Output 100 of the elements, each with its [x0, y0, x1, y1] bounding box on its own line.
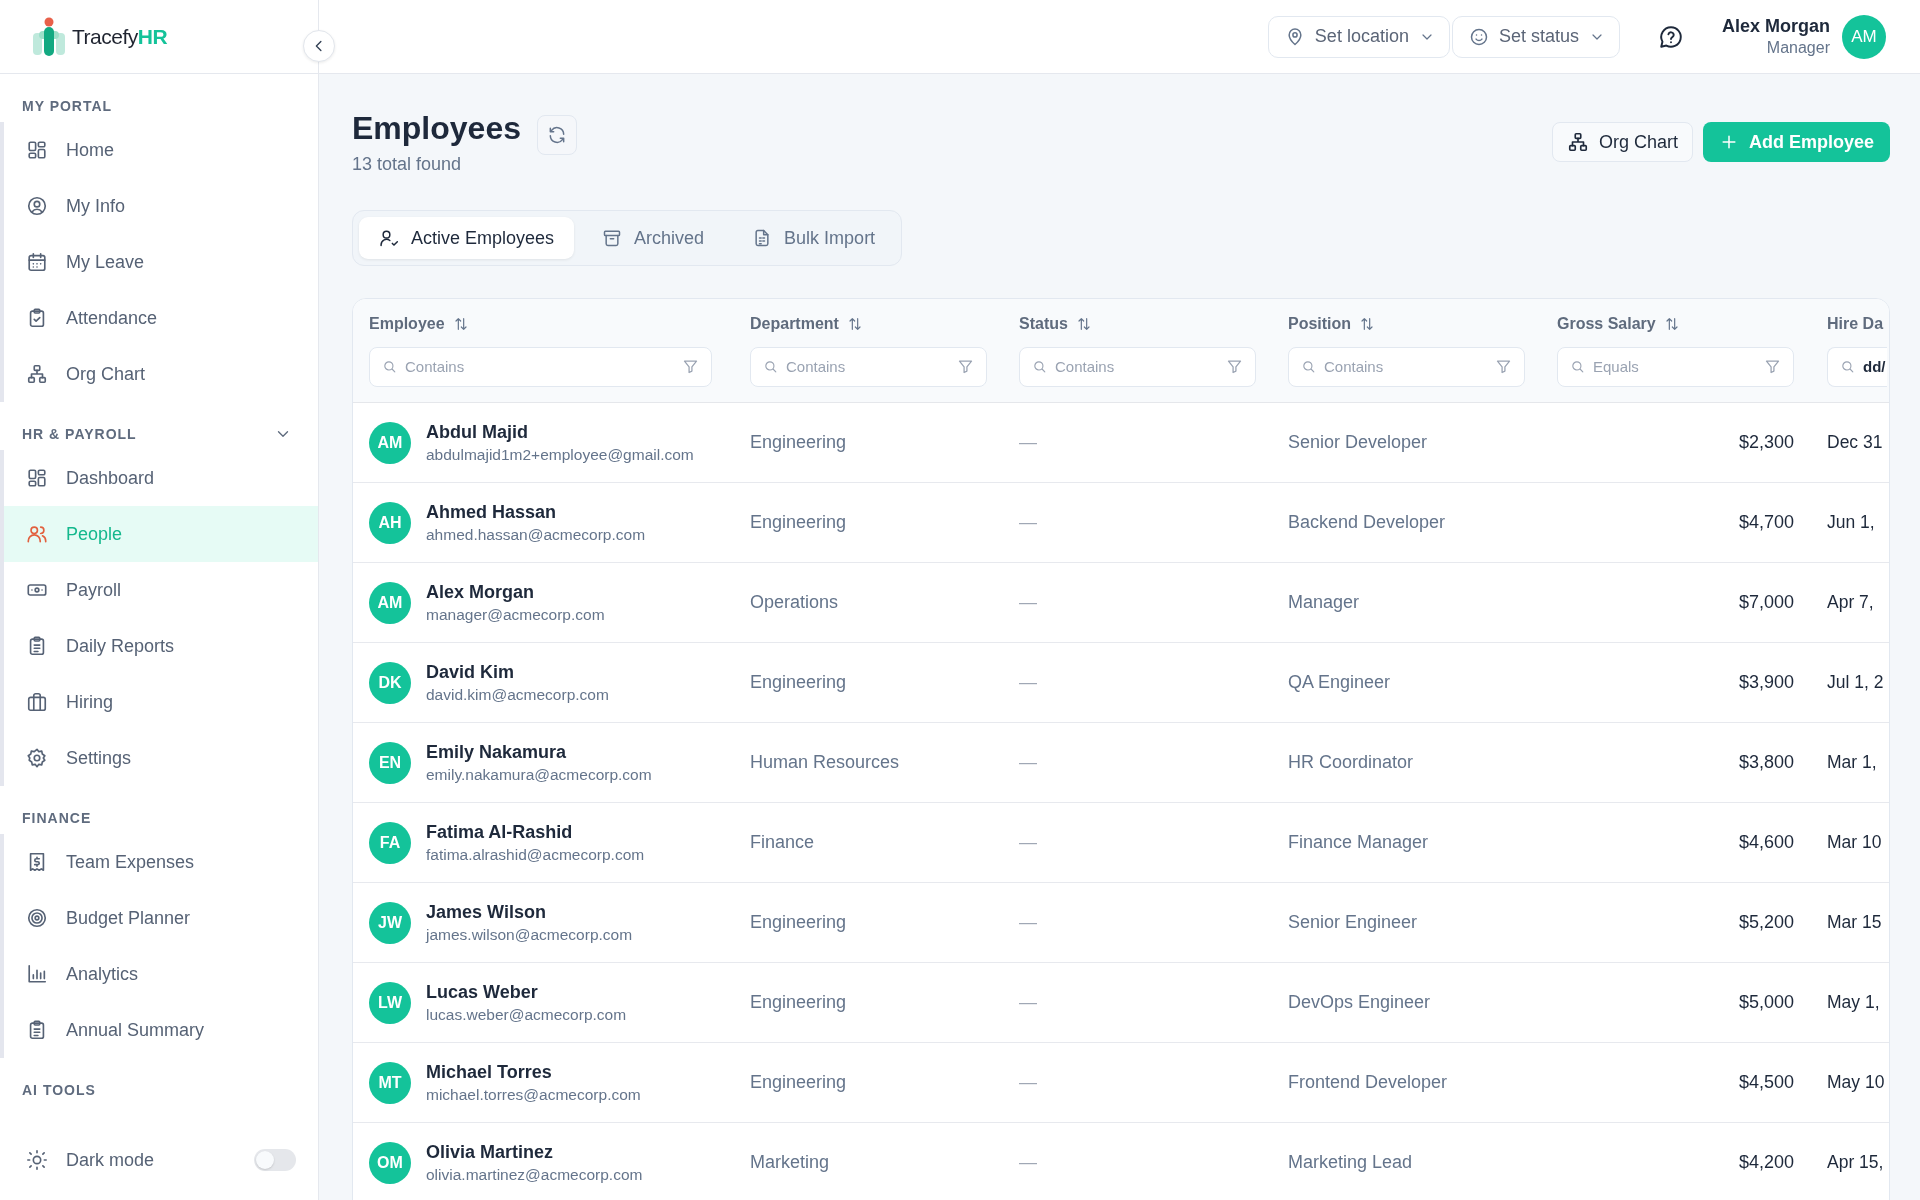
- table-cell: —: [1019, 912, 1037, 932]
- nav-item[interactable]: Team Expenses: [0, 834, 318, 890]
- bar-chart-icon: [26, 963, 48, 985]
- table-cell: Jul 1, 2: [1827, 672, 1884, 692]
- employee-name[interactable]: Lucas Weber: [426, 981, 627, 1003]
- nav-item[interactable]: Attendance: [0, 290, 318, 346]
- user-circle-icon: [26, 195, 48, 217]
- table-cell: $5,000: [1738, 992, 1794, 1012]
- table-cell: Apr 15,: [1827, 1152, 1884, 1172]
- nav-item[interactable]: Payroll: [0, 562, 318, 618]
- search-icon: [382, 359, 397, 374]
- location-dropdown[interactable]: Set location: [1267, 15, 1450, 58]
- settings-icon: [26, 747, 48, 769]
- table-cell: $2,300: [1738, 432, 1794, 452]
- hierarchy-icon: [26, 363, 48, 385]
- people-icon: [26, 523, 48, 545]
- grid-icon: [26, 139, 48, 161]
- table-cell: —: [1019, 672, 1037, 692]
- nav-item[interactable]: Annual Summary: [0, 1002, 318, 1058]
- nav-item[interactable]: Home: [0, 122, 318, 178]
- table-cell: Finance Manager: [1288, 832, 1429, 852]
- filter-icon: [957, 358, 974, 375]
- table-cell: Engineering: [750, 912, 847, 932]
- column-header[interactable]: Hire Da: [1827, 314, 1884, 333]
- calendar-icon: [26, 251, 48, 273]
- logo-icon: [32, 15, 66, 58]
- column-header[interactable]: Department: [750, 314, 839, 333]
- employee-name[interactable]: Michael Torres: [426, 1061, 641, 1083]
- help-icon[interactable]: [1657, 23, 1684, 50]
- nav-item[interactable]: My Info: [0, 178, 318, 234]
- result-count: 13 total found: [352, 153, 463, 176]
- employee-name[interactable]: Alex Morgan: [426, 581, 605, 603]
- column-header[interactable]: Employee: [369, 314, 445, 333]
- filter-icon: [1226, 358, 1243, 375]
- filter-icon: [1495, 358, 1512, 375]
- dark-mode-toggle[interactable]: [254, 1149, 296, 1171]
- section-heading: MY PORTAL: [22, 98, 113, 114]
- avatar: LW: [369, 981, 411, 1024]
- table-cell: Dec 31: [1827, 432, 1883, 452]
- nav-item[interactable]: My Leave: [0, 234, 318, 290]
- employee-name[interactable]: Olivia Martinez: [426, 1141, 643, 1163]
- nav-item[interactable]: Budget Planner: [0, 890, 318, 946]
- table-cell: Engineering: [750, 1072, 847, 1092]
- table-cell: Mar 1,: [1827, 752, 1877, 772]
- employee-email: david.kim@acmecorp.com: [426, 685, 609, 704]
- filter-field[interactable]: dd/: [1827, 346, 1887, 387]
- user-check-icon: [379, 228, 399, 248]
- tab[interactable]: Bulk Import: [732, 217, 896, 259]
- search-icon: [1301, 359, 1316, 374]
- avatar: DK: [369, 661, 411, 704]
- table-cell: $4,600: [1738, 832, 1794, 852]
- table-cell: QA Engineer: [1288, 672, 1391, 692]
- smiley-icon: [1468, 26, 1489, 47]
- column-header[interactable]: Gross Salary: [1557, 314, 1656, 333]
- employee-name[interactable]: Emily Nakamura: [426, 741, 652, 763]
- table-cell: $4,500: [1738, 1072, 1794, 1092]
- target-icon: [26, 907, 48, 929]
- search-icon: [763, 359, 778, 374]
- hierarchy-icon: [1566, 131, 1589, 153]
- tab[interactable]: Archived: [582, 217, 725, 259]
- nav-item[interactable]: Hiring: [0, 674, 318, 730]
- table-cell: Engineering: [750, 512, 847, 532]
- nav-item[interactable]: Daily Reports: [0, 618, 318, 674]
- employee-email: olivia.martinez@acmecorp.com: [426, 1165, 643, 1184]
- table-cell: —: [1019, 992, 1037, 1012]
- table-cell: $7,000: [1738, 592, 1794, 612]
- column-header[interactable]: Status: [1019, 314, 1068, 333]
- employee-email: james.wilson@acmecorp.com: [426, 925, 633, 944]
- search-icon: [1840, 359, 1855, 374]
- employee-name[interactable]: Fatima Al-Rashid: [426, 821, 645, 843]
- status-dropdown[interactable]: Set status: [1451, 15, 1620, 58]
- tab[interactable]: Active Employees: [359, 217, 575, 259]
- employee-email: fatima.alrashid@acmecorp.com: [426, 845, 645, 864]
- nav-item[interactable]: Org Chart: [0, 346, 318, 402]
- grid-icon: [26, 467, 48, 489]
- employee-name[interactable]: David Kim: [426, 661, 609, 683]
- nav-item[interactable]: Settings: [0, 730, 318, 786]
- refresh-button[interactable]: [536, 115, 577, 155]
- table-cell: Engineering: [750, 992, 847, 1012]
- nav-item[interactable]: Analytics: [0, 946, 318, 1002]
- column-header[interactable]: Position: [1288, 314, 1352, 333]
- table-cell: Engineering: [750, 432, 847, 452]
- avatar: AH: [369, 501, 411, 544]
- avatar: AM: [369, 421, 411, 464]
- employee-email: manager@acmecorp.com: [426, 605, 605, 624]
- employee-name[interactable]: James Wilson: [426, 901, 633, 923]
- table-cell: —: [1019, 752, 1037, 772]
- table-cell: Senior Developer: [1288, 432, 1428, 452]
- employee-name[interactable]: Abdul Majid: [426, 421, 694, 443]
- table-cell: $3,800: [1738, 752, 1794, 772]
- employee-name[interactable]: Ahmed Hassan: [426, 501, 646, 523]
- table-cell: Engineering: [750, 672, 847, 692]
- search-icon: [1032, 359, 1047, 374]
- table-cell: —: [1019, 1152, 1037, 1172]
- dark-mode-label: Dark mode: [66, 1149, 156, 1171]
- table-cell: Senior Engineer: [1288, 912, 1418, 932]
- employee-email: michael.torres@acmecorp.com: [426, 1085, 641, 1104]
- table-cell: Finance: [750, 832, 815, 852]
- org-chart-button[interactable]: Org Chart: [1551, 122, 1693, 162]
- section-heading: HR & PAYROLL: [22, 426, 137, 442]
